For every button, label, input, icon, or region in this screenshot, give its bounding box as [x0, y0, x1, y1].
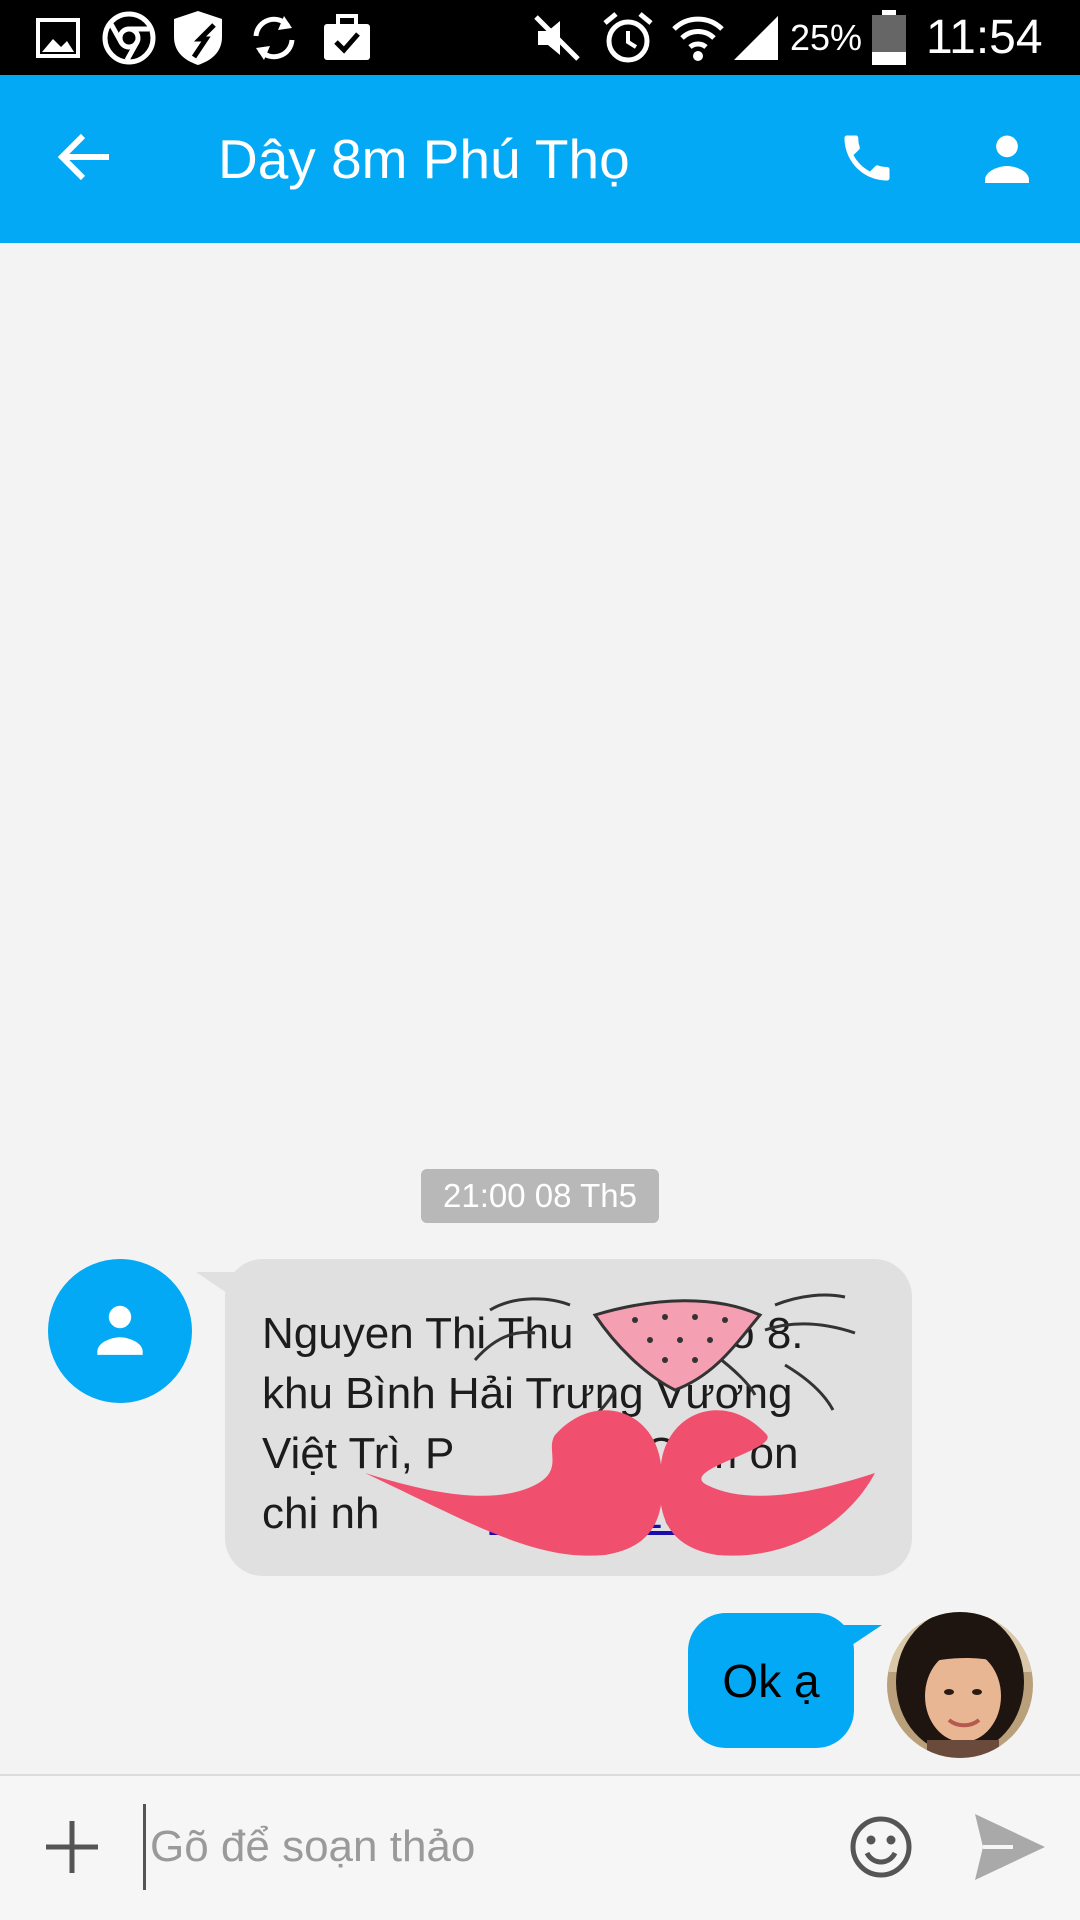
chrome-icon — [102, 10, 156, 66]
composer-bar — [0, 1774, 1080, 1920]
contact-icon — [976, 127, 1038, 194]
message-line: Nguyen Thi Thu, tổ 8. — [262, 1309, 804, 1358]
call-button[interactable] — [822, 115, 912, 205]
message-line: khu Bình Hải Trưng Vương — [262, 1369, 793, 1418]
shield-icon — [172, 10, 228, 66]
emoji-button[interactable] — [836, 1804, 926, 1894]
message-line: chi nh 94 208 — [262, 1489, 712, 1538]
mute-icon — [532, 10, 582, 66]
image-icon — [36, 10, 80, 66]
send-button[interactable] — [960, 1804, 1060, 1894]
sync-icon — [248, 10, 300, 66]
phone-number-link[interactable]: 94 208 — [489, 1489, 711, 1538]
attach-button[interactable] — [32, 1804, 112, 1894]
sender-avatar[interactable] — [48, 1259, 192, 1403]
battery-icon — [870, 10, 908, 66]
signal-icon — [732, 10, 780, 66]
add-icon — [44, 1819, 100, 1880]
emoji-icon — [849, 1815, 913, 1884]
message-input[interactable] — [143, 1804, 810, 1890]
phone-icon — [837, 128, 897, 193]
contact-button[interactable] — [962, 115, 1052, 205]
back-arrow-icon — [57, 132, 113, 187]
app-bar: Dây 8m Phú Thọ — [0, 75, 1080, 243]
outgoing-message-text: Ok ạ — [722, 1654, 820, 1707]
person-icon — [88, 1297, 152, 1366]
conversation-title: Dây 8m Phú Thọ — [218, 128, 630, 190]
battery-percent: 25% — [790, 17, 863, 58]
send-icon — [973, 1812, 1047, 1887]
status-bar: 25% 11:54 — [0, 0, 1080, 75]
alarm-icon — [602, 10, 654, 66]
briefcase-check-icon — [322, 10, 372, 66]
wifi-icon — [670, 10, 726, 66]
clock: 11:54 — [926, 11, 1043, 64]
outgoing-message-bubble[interactable]: Ok ạ — [688, 1613, 854, 1748]
message-line: Việt Trì, P Cam on — [262, 1429, 799, 1478]
incoming-message-bubble[interactable]: Nguyen Thi Thu, tổ 8. khu Bình Hải Trưng… — [225, 1259, 912, 1576]
my-avatar[interactable] — [887, 1612, 1033, 1758]
message-timestamp: 21:00 08 Th5 — [421, 1169, 659, 1223]
back-button[interactable] — [40, 119, 130, 199]
